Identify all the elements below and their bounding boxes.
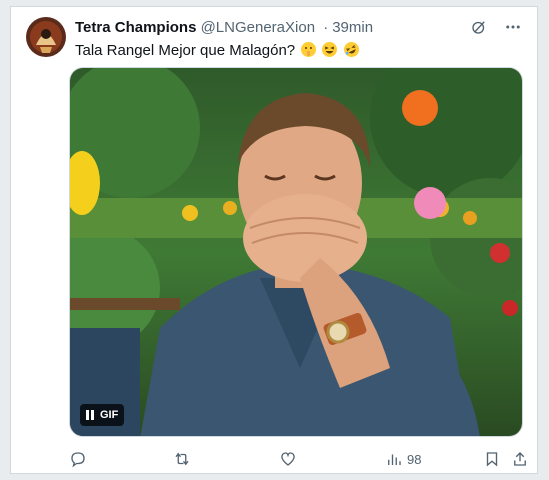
rolling-on-floor-laughing-face-icon <box>341 39 362 60</box>
pause-icon[interactable] <box>86 410 94 420</box>
tweet-gif-media[interactable]: GIF <box>69 67 523 437</box>
share-icon <box>514 452 527 466</box>
gif-badge[interactable]: GIF <box>80 404 125 426</box>
more-options-icon[interactable] <box>503 17 523 37</box>
tweet-text: Tala Rangel Mejor que Malagón? <box>75 39 362 61</box>
author-name[interactable]: Tetra Champions <box>75 19 196 36</box>
tweet-card[interactable]: Tetra Champions @LNGeneraXion · 39min Tal… <box>10 6 538 474</box>
reply-icon <box>71 452 85 468</box>
bookmark-icon <box>487 452 498 467</box>
retweet-button[interactable] <box>173 447 195 471</box>
grok-icon[interactable] <box>469 17 489 37</box>
gif-frame-image <box>70 68 522 436</box>
reply-button[interactable] <box>69 447 91 471</box>
views-button[interactable]: 98 <box>385 447 421 471</box>
grinning-squinting-face-icon <box>322 42 338 57</box>
tweet-header: Tetra Champions @LNGeneraXion · 39min <box>75 18 525 38</box>
retweet-icon <box>175 452 189 466</box>
share-button[interactable] <box>511 447 529 471</box>
bookmark-button[interactable] <box>483 447 501 471</box>
heart-icon <box>281 452 295 466</box>
tweet-action-bar: 98 <box>69 447 527 471</box>
tweet-top-actions <box>469 17 523 37</box>
views-count: 98 <box>407 451 422 467</box>
author-handle[interactable]: @LNGeneraXion <box>201 19 315 36</box>
like-button[interactable] <box>279 447 301 471</box>
author-avatar[interactable] <box>26 17 66 57</box>
gif-badge-label: GIF <box>100 409 119 421</box>
separator-dot: · <box>323 19 329 36</box>
views-chart-icon <box>388 454 401 465</box>
tweet-text-content: Tala Rangel Mejor que Malagón? <box>75 42 296 59</box>
tweet-timestamp[interactable]: 39min <box>332 19 373 36</box>
shushing-face-icon <box>301 42 317 57</box>
